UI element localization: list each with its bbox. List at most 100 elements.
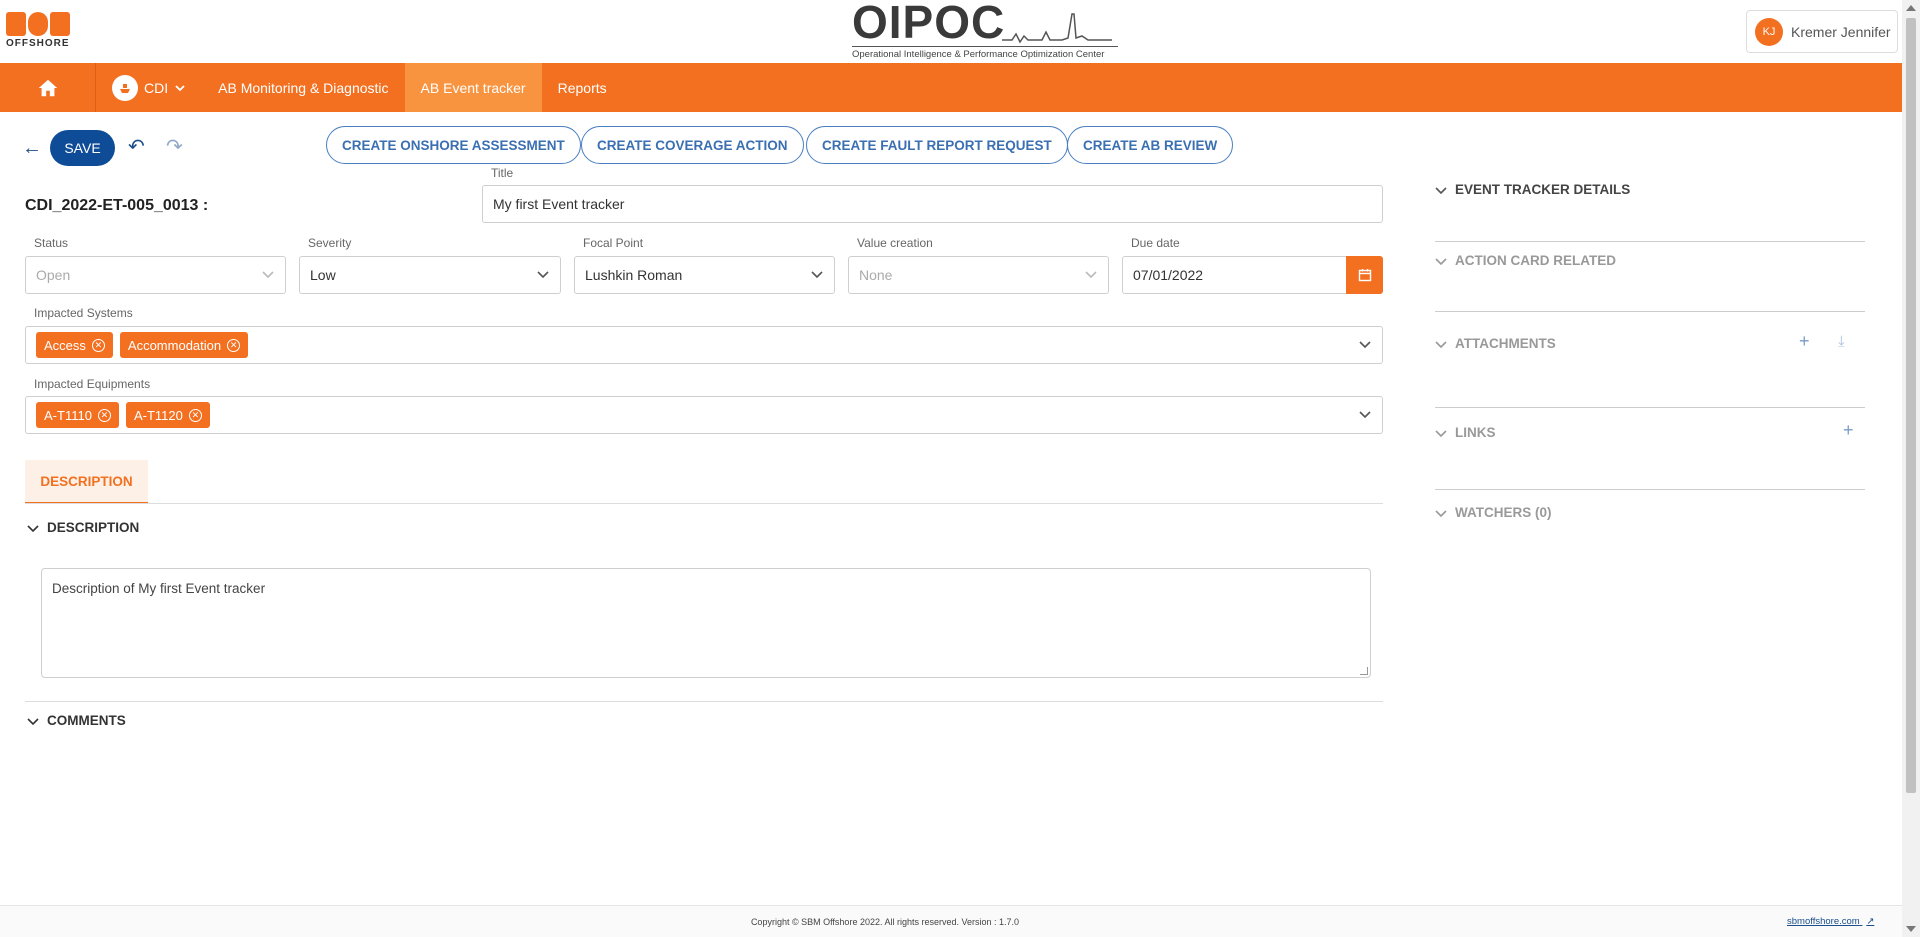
focal-point-value: Lushkin Roman: [585, 267, 683, 283]
redo-icon[interactable]: ↷: [166, 134, 183, 159]
vertical-scrollbar[interactable]: [1902, 0, 1920, 937]
oipoc-logo: OIPOC Operational Intelligence & Perform…: [852, 0, 1118, 60]
oipoc-skyline-icon: [1002, 13, 1112, 44]
status-value: Open: [36, 267, 71, 283]
copyright-text: Copyright © SBM Offshore 2022. All right…: [750, 917, 1020, 927]
value-creation-label: Value creation: [857, 236, 933, 250]
scroll-down-icon[interactable]: [1906, 926, 1916, 932]
severity-label: Severity: [308, 236, 352, 250]
download-icon[interactable]: ⤓: [1838, 333, 1845, 350]
tag-a-t1120: A-T1120 ✕: [125, 402, 210, 428]
description-section-toggle[interactable]: DESCRIPTION: [27, 520, 139, 535]
chevron-down-icon: [1435, 429, 1447, 437]
event-tracker-details-toggle[interactable]: EVENT TRACKER DETAILS: [1435, 182, 1630, 197]
event-tracker-details-title: EVENT TRACKER DETAILS: [1455, 182, 1631, 197]
back-arrow-icon[interactable]: ←: [22, 137, 42, 160]
create-ab-review-button[interactable]: CREATE AB REVIEW: [1067, 126, 1234, 164]
resize-handle-icon[interactable]: [1360, 667, 1368, 675]
chevron-down-icon: [1359, 411, 1371, 419]
nav-home[interactable]: [0, 63, 96, 112]
remove-tag-icon[interactable]: ✕: [97, 408, 111, 422]
title-label: Title: [491, 166, 514, 180]
attachments-toggle[interactable]: ATTACHMENTS: [1435, 336, 1556, 351]
undo-icon[interactable]: ↶: [128, 134, 145, 159]
main-nav: CDI AB Monitoring & Diagnostic AB Event …: [0, 63, 1902, 112]
attachments-title: ATTACHMENTS: [1455, 336, 1556, 351]
ship-icon: [112, 74, 138, 101]
impacted-equipments-select[interactable]: A-T1110 ✕ A-T1120 ✕: [25, 396, 1383, 434]
panel-divider: [1435, 407, 1865, 408]
remove-tag-icon[interactable]: ✕: [91, 338, 105, 352]
due-date-input[interactable]: 07/01/2022: [1122, 256, 1347, 294]
nav-site-label: CDI: [144, 79, 169, 96]
chevron-down-icon: [811, 271, 823, 279]
chevron-down-icon: [27, 717, 39, 725]
tag-accommodation: Accommodation ✕: [119, 332, 249, 358]
footer: Copyright © SBM Offshore 2022. All right…: [0, 905, 1902, 937]
nav-ab-event-tracker[interactable]: AB Event tracker: [404, 63, 542, 112]
watchers-toggle[interactable]: WATCHERS (0): [1435, 505, 1552, 520]
remove-tag-icon[interactable]: ✕: [227, 338, 241, 352]
user-menu[interactable]: KJ Kremer Jennifer: [1746, 10, 1898, 53]
top-header: OFFSHORE OIPOC Operational Intelligence …: [0, 0, 1902, 63]
links-toggle[interactable]: LINKS: [1435, 425, 1496, 440]
focal-point-select[interactable]: Lushkin Roman: [574, 256, 835, 294]
action-card-related-title: ACTION CARD RELATED: [1455, 253, 1616, 268]
value-creation-value: None: [859, 267, 893, 283]
remove-tag-icon[interactable]: ✕: [188, 408, 202, 422]
chevron-down-icon: [1435, 186, 1447, 194]
add-link-icon[interactable]: +: [1843, 420, 1854, 441]
description-text: Description of My first Event tracker: [52, 581, 266, 596]
nav-site-selector[interactable]: CDI: [96, 63, 202, 112]
tag-label: A-T1120: [133, 407, 183, 423]
panel-divider: [1435, 311, 1865, 312]
comments-section-title: COMMENTS: [47, 713, 126, 728]
description-section-title: DESCRIPTION: [47, 520, 140, 535]
comments-section-toggle[interactable]: COMMENTS: [27, 713, 126, 728]
tag-label: A-T1110: [44, 407, 92, 423]
chevron-down-icon: [27, 524, 39, 532]
nav-ab-monitoring[interactable]: AB Monitoring & Diagnostic: [202, 63, 404, 112]
tab-description[interactable]: DESCRIPTION: [25, 460, 148, 504]
calendar-icon: [1358, 269, 1371, 282]
user-name: Kremer Jennifer: [1791, 23, 1891, 40]
sbm-logo-text: OFFSHORE: [6, 38, 70, 49]
create-onshore-assessment-button[interactable]: CREATE ONSHORE ASSESSMENT: [326, 126, 581, 164]
watchers-title: WATCHERS (0): [1455, 505, 1552, 520]
tag-label: Access: [44, 337, 86, 353]
value-creation-select: None: [848, 256, 1109, 294]
title-input[interactable]: My first Event tracker: [482, 185, 1383, 223]
panel-divider: [1435, 489, 1865, 490]
due-date-label: Due date: [1131, 236, 1180, 250]
calendar-button[interactable]: [1346, 256, 1383, 294]
severity-select[interactable]: Low: [299, 256, 561, 294]
tab-divider: [25, 503, 1383, 504]
due-date-value: 07/01/2022: [1133, 267, 1204, 283]
footer-link-label: sbmoffshore.com: [1787, 916, 1860, 927]
action-card-related-toggle[interactable]: ACTION CARD RELATED: [1435, 253, 1616, 268]
external-link-icon: ↗: [1866, 916, 1875, 927]
impacted-equipments-label: Impacted Equipments: [34, 377, 151, 391]
chevron-down-icon: [1359, 341, 1371, 349]
nav-reports[interactable]: Reports: [542, 63, 623, 112]
status-select: Open: [25, 256, 286, 294]
links-title: LINKS: [1455, 425, 1496, 440]
sbm-logo[interactable]: OFFSHORE: [6, 12, 72, 52]
scroll-thumb[interactable]: [1906, 18, 1916, 793]
create-coverage-action-button[interactable]: CREATE COVERAGE ACTION: [581, 126, 804, 164]
avatar: KJ: [1755, 17, 1783, 46]
section-divider: [25, 701, 1383, 702]
save-button[interactable]: SAVE: [50, 130, 115, 166]
title-value: My first Event tracker: [493, 196, 625, 212]
scroll-up-icon[interactable]: [1906, 5, 1916, 11]
create-fault-report-request-button[interactable]: CREATE FAULT REPORT REQUEST: [806, 126, 1068, 164]
tag-a-t1110: A-T1110 ✕: [36, 402, 119, 428]
impacted-systems-select[interactable]: Access ✕ Accommodation ✕: [25, 326, 1383, 364]
chevron-down-icon: [1435, 509, 1447, 517]
chevron-down-icon: [175, 84, 185, 91]
sbmoffshore-link[interactable]: sbmoffshore.com ↗: [1787, 916, 1874, 927]
sbm-logo-mark: [6, 12, 72, 36]
chevron-down-icon: [1435, 257, 1447, 265]
description-textarea[interactable]: Description of My first Event tracker: [41, 568, 1371, 678]
add-attachment-icon[interactable]: +: [1799, 331, 1810, 352]
